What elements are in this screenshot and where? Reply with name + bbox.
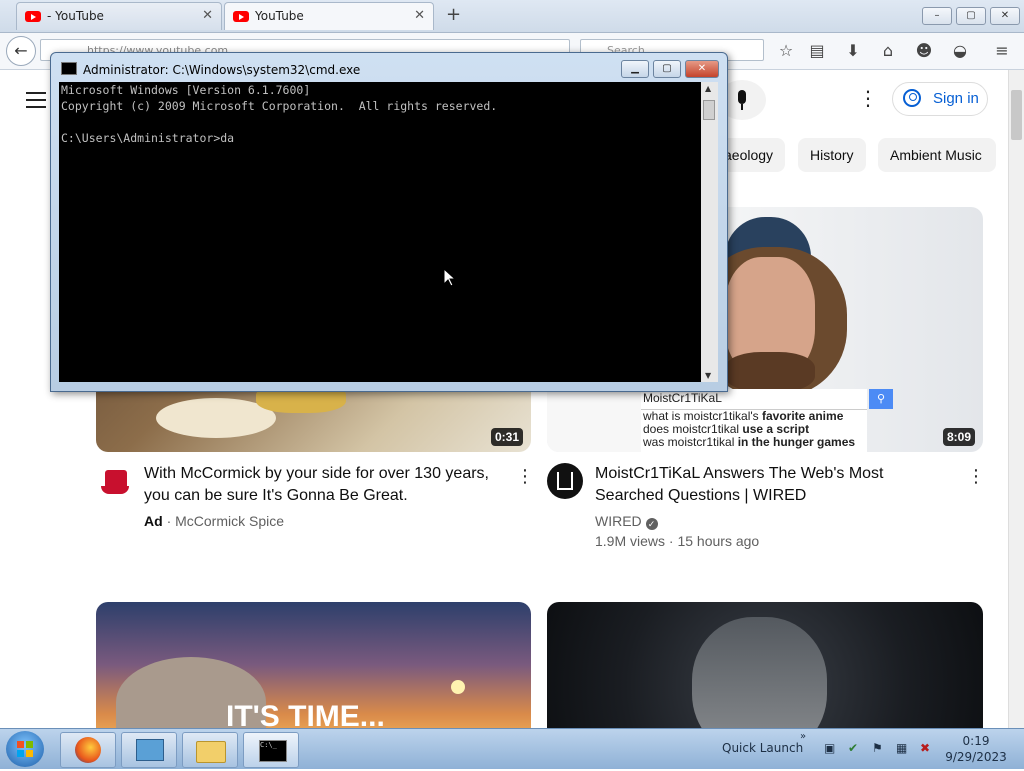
back-arrow-icon: ← (14, 41, 28, 60)
thumb-left-panel (547, 389, 641, 452)
cmd-minimize-button[interactable]: ▁ (621, 60, 649, 78)
cmd-title-text: Administrator: C:\Windows\system32\cmd.e… (83, 63, 361, 77)
console-line: Copyright (c) 2009 Microsoft Corporation… (61, 99, 498, 113)
cmd-window[interactable]: Administrator: C:\Windows\system32\cmd.e… (50, 52, 728, 392)
channel-name[interactable]: McCormick Spice (175, 513, 284, 529)
taskbar-firefox[interactable] (60, 732, 116, 768)
folder-icon (196, 741, 226, 763)
console-line (59, 114, 701, 130)
wired-channel-avatar[interactable] (547, 463, 583, 499)
scroll-up-arrow-icon[interactable]: ▲ (705, 84, 711, 93)
video-title-wired[interactable]: MoistCr1TiKaL Answers The Web's Most Sea… (595, 463, 965, 507)
taskbar-clock[interactable]: 0:19 9/29/2023 (944, 733, 1008, 765)
tab-close-icon[interactable]: ✕ (414, 8, 425, 23)
windows-taskbar: C:\_ Quick Launch » ▣ ✔ ⚑ ▦ ✖ 0:19 9/29/… (0, 728, 1024, 769)
meta-separator: · (166, 513, 172, 529)
verified-check-icon: ✓ (645, 518, 658, 530)
video-options-kebab-icon[interactable]: ⋮ (967, 466, 985, 487)
clock-time: 0:19 (962, 734, 990, 748)
cmd-icon: C:\_ (259, 740, 287, 762)
mouse-cursor-icon (443, 268, 455, 287)
firefox-icon (75, 737, 101, 763)
tray-network-icon[interactable]: ▦ (896, 741, 907, 755)
ad-badge: Ad (144, 513, 163, 529)
search-magnifier-icon: ⚲ (869, 389, 893, 409)
close-button[interactable]: ✕ (990, 7, 1020, 25)
thumb-overlay-text: IT'S TIME... (226, 700, 385, 728)
console-line: Microsoft Windows [Version 6.1.7600] (61, 83, 311, 97)
taskbar-server-manager[interactable] (121, 732, 177, 768)
settings-kebab-icon[interactable]: ⋮ (858, 86, 878, 110)
tray-clipboard-icon[interactable]: ▣ (824, 741, 835, 755)
suggestion-3: was moistcr1tikal in the hunger games (643, 435, 856, 449)
quick-launch-label[interactable]: Quick Launch (722, 741, 803, 755)
tab-youtube-2[interactable]: YouTube ✕ (224, 2, 434, 30)
bookmark-star-icon[interactable]: ☆ (776, 41, 796, 61)
clock-date: 9/29/2023 (945, 750, 1007, 764)
chat-icon[interactable]: ☻ (914, 41, 934, 61)
home-icon[interactable]: ⌂ (878, 41, 898, 61)
youtube-favicon-icon (25, 11, 41, 22)
tab-close-icon[interactable]: ✕ (202, 8, 213, 23)
menu-icon[interactable]: ≡ (992, 41, 1012, 61)
windows-logo-icon (17, 741, 33, 757)
reading-list-icon[interactable]: ▤ (807, 41, 827, 61)
cmd-scroll-thumb[interactable] (703, 100, 715, 120)
sign-in-button[interactable]: Sign in (892, 82, 988, 116)
cmd-scrollbar[interactable]: ▲ ▼ (701, 82, 718, 382)
sign-in-label: Sign in (933, 90, 979, 107)
console-prompt-line: C:\Users\Administrator>da (61, 131, 235, 145)
cmd-close-button[interactable]: ✕ (685, 60, 719, 78)
new-tab-button[interactable]: + (446, 4, 461, 25)
cmd-app-icon (61, 62, 77, 75)
hamburger-menu-icon[interactable] (26, 92, 46, 113)
page-scrollbar-thumb[interactable] (1011, 90, 1022, 140)
search-query: MoistCr1TiKaL (641, 389, 867, 410)
chip-history[interactable]: History (798, 138, 866, 172)
cmd-console[interactable]: Microsoft Windows [Version 6.1.7600] Cop… (59, 82, 701, 382)
start-button[interactable] (6, 731, 44, 767)
browser-window-controls: – ▢ ✕ (918, 3, 1020, 25)
video-options-kebab-icon[interactable]: ⋮ (516, 466, 534, 487)
server-manager-icon (136, 739, 164, 761)
search-suggestion-box: MoistCr1TiKaL what is moistcr1tikal's fa… (641, 389, 867, 452)
tray-security-icon[interactable]: ✔ (848, 741, 858, 755)
minimize-button[interactable]: – (922, 7, 952, 25)
video-stats-wired: 1.9M views · 15 hours ago (595, 533, 760, 549)
tab-label: YouTube (255, 9, 304, 23)
video-duration: 0:31 (490, 428, 523, 446)
video-thumbnail-portrait[interactable] (547, 602, 983, 728)
taskbar-cmd[interactable]: C:\_ (243, 732, 299, 768)
youtube-favicon-icon (233, 11, 249, 22)
tray-volume-muted-icon[interactable]: ✖ (920, 741, 930, 755)
beard-graphic (725, 352, 815, 392)
face-graphic (692, 617, 827, 728)
mccormick-logo-icon[interactable] (100, 470, 130, 496)
scroll-down-arrow-icon[interactable]: ▼ (705, 371, 711, 380)
expand-chevron-icon[interactable]: » (800, 731, 806, 742)
back-button[interactable]: ← (6, 36, 36, 66)
channel-name[interactable]: WIRED (595, 513, 642, 529)
tab-youtube-1[interactable]: - YouTube ✕ (16, 2, 222, 30)
video-thumbnail-its-time[interactable]: IT'S TIME... (96, 602, 531, 728)
chip-ambient-music[interactable]: Ambient Music (878, 138, 996, 172)
pocket-icon[interactable]: ◒ (950, 41, 970, 61)
account-icon (903, 89, 921, 107)
cmd-title-bar[interactable]: Administrator: C:\Windows\system32\cmd.e… (61, 62, 360, 77)
page-scrollbar[interactable] (1008, 70, 1024, 728)
sun-graphic (451, 680, 465, 694)
video-meta-mccormick: Ad · McCormick Spice (144, 513, 284, 529)
video-channel-wired[interactable]: WIRED ✓ (595, 513, 658, 530)
cmd-maximize-button[interactable]: ▢ (653, 60, 681, 78)
taskbar-explorer[interactable] (182, 732, 238, 768)
browser-tab-strip: - YouTube ✕ YouTube ✕ + – ▢ ✕ (0, 0, 1024, 33)
video-title-mccormick[interactable]: With McCormick by your side for over 130… (144, 463, 504, 507)
tab-label: - YouTube (47, 9, 104, 23)
restore-button[interactable]: ▢ (956, 7, 986, 25)
download-icon[interactable]: ⬇ (843, 41, 863, 61)
video-duration: 8:09 (942, 428, 975, 446)
tray-flag-icon[interactable]: ⚑ (872, 741, 883, 755)
